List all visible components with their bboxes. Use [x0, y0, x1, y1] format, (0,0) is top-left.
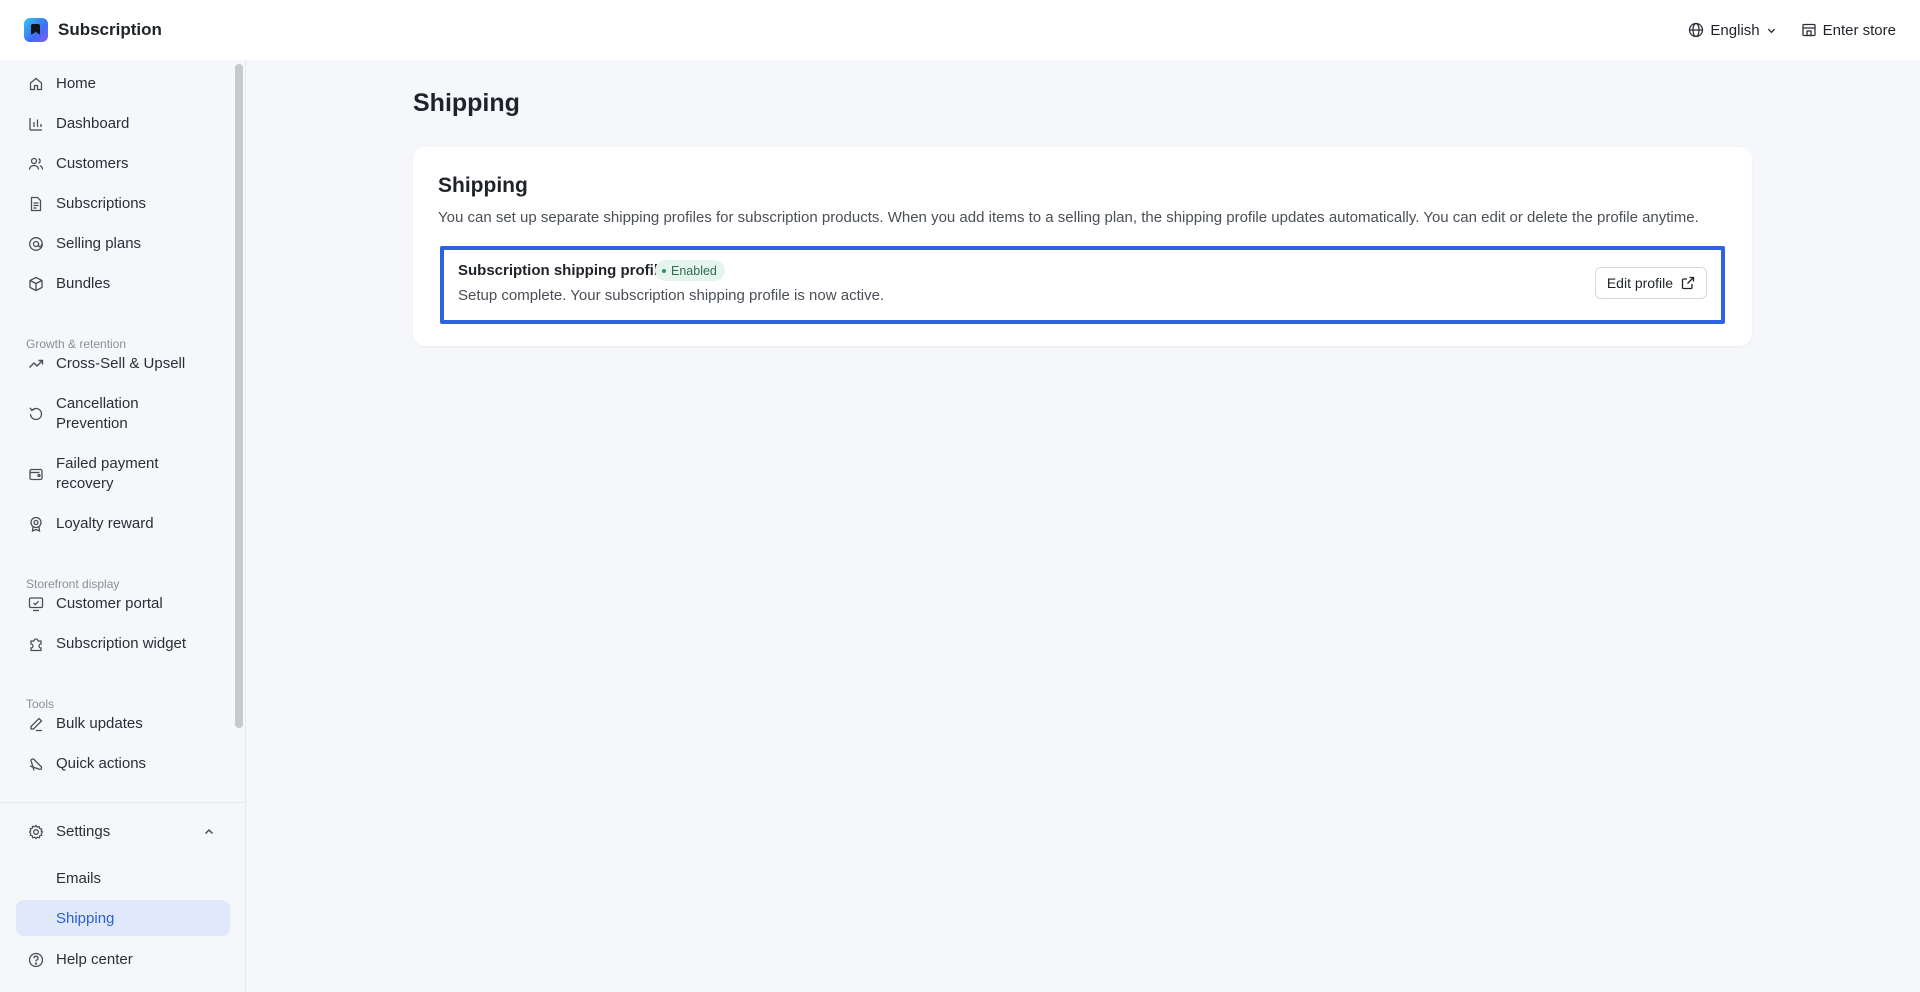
sidebar-item-label: Selling plans: [56, 235, 142, 252]
sidebar-item-dashboard[interactable]: Dashboard: [16, 114, 230, 134]
status-dot-icon: [662, 268, 666, 273]
sidebar-item-loyalty-reward[interactable]: Loyalty reward: [16, 514, 230, 534]
sidebar-item-subscription-widget[interactable]: Subscription widget: [16, 634, 230, 654]
sidebar-item-bulk-updates[interactable]: Bulk updates: [16, 714, 230, 734]
brand: Subscription: [24, 18, 162, 42]
home-icon: [29, 77, 43, 91]
puzzle-icon: [30, 638, 42, 652]
rotate-icon: [29, 407, 43, 421]
sidebar-item-failed-payment-recovery[interactable]: Failed payment recovery: [16, 454, 230, 494]
page-title: Shipping: [413, 89, 520, 117]
sidebar-item-quick-actions[interactable]: Quick actions: [16, 754, 230, 774]
external-link-icon: [1681, 276, 1695, 290]
trending-up-icon: [29, 359, 44, 368]
store-icon: [1801, 23, 1816, 37]
sidebar-item-label: Loyalty reward: [56, 515, 154, 532]
sidebar-item-label: Failed payment recovery: [56, 455, 159, 492]
zap-icon: [29, 758, 43, 771]
pen-icon: [30, 717, 43, 732]
language-selector[interactable]: English: [1688, 22, 1776, 39]
section-label-storefront: Storefront display: [26, 577, 120, 591]
sidebar-item-cancellation-prevention[interactable]: Cancellation Prevention: [16, 394, 230, 434]
card-title: Shipping: [438, 174, 528, 197]
bar-chart-icon: [29, 118, 42, 131]
sidebar-item-subscriptions[interactable]: Subscriptions: [16, 194, 230, 214]
status-badge-label: Enabled: [671, 263, 717, 278]
sidebar-item-label: Quick actions: [56, 755, 147, 772]
sidebar-item-label: Home: [56, 75, 97, 92]
sidebar-item-label: Settings: [56, 823, 111, 840]
top-right-actions: English Enter store: [1688, 22, 1896, 39]
sidebar: Home Dashboard Customers Subscriptions S…: [0, 60, 246, 992]
users-icon: [28, 157, 44, 170]
sidebar-item-label: Bundles: [56, 275, 111, 292]
edit-profile-button[interactable]: Edit profile: [1594, 267, 1707, 299]
section-label-growth: Growth & retention: [26, 337, 127, 351]
chevron-down-icon: [1767, 28, 1775, 33]
award-icon: [30, 516, 42, 532]
wallet-icon: [29, 468, 43, 481]
top-bar: Subscription English Enter store: [0, 0, 1920, 60]
sidebar-item-label: Help center: [56, 951, 133, 968]
enter-store-label: Enter store: [1822, 21, 1896, 39]
globe-icon: [1689, 22, 1704, 38]
profile-subtitle: Setup complete. Your subscription shippi…: [458, 287, 885, 304]
language-label: English: [1710, 21, 1760, 39]
sidebar-item-cross-sell[interactable]: Cross-Sell & Upsell: [16, 354, 230, 374]
sidebar-item-label: Customers: [56, 155, 129, 172]
help-circle-icon: [28, 952, 44, 968]
sidebar-item-home[interactable]: Home: [16, 74, 230, 94]
document-icon: [30, 196, 42, 212]
status-badge: Enabled: [655, 260, 725, 281]
enter-store-button[interactable]: Enter store: [1801, 22, 1896, 39]
edit-profile-label: Edit profile: [1606, 275, 1673, 291]
chevron-up-icon[interactable]: [202, 825, 216, 839]
card-description: You can set up separate shipping profile…: [438, 209, 1699, 226]
sidebar-item-customers[interactable]: Customers: [16, 154, 230, 174]
sidebar-item-customer-portal[interactable]: Customer portal: [16, 594, 230, 614]
sidebar-item-bundles[interactable]: Bundles: [16, 274, 230, 294]
sidebar-item-label: Cross-Sell & Upsell: [56, 355, 186, 372]
main-content: Shipping Shipping You can set up separat…: [246, 60, 1920, 992]
app-logo-icon: [24, 18, 48, 42]
sidebar-item-label: Subscription widget: [56, 635, 187, 652]
sidebar-item-label: Subscriptions: [56, 195, 147, 212]
tag-icon: [29, 237, 43, 251]
sidebar-item-label: Customer portal: [56, 595, 163, 612]
sidebar-item-label: Bulk updates: [56, 715, 143, 732]
gear-icon: [28, 824, 44, 840]
box-icon: [29, 276, 43, 292]
sidebar-item-settings[interactable]: Settings: [16, 822, 230, 842]
app-title: Subscription: [58, 20, 162, 39]
sidebar-item-label: Dashboard: [56, 115, 130, 132]
sidebar-scrollbar[interactable]: [235, 64, 243, 728]
sidebar-divider: [0, 802, 245, 803]
profile-name: Subscription shipping profile: [458, 262, 667, 279]
sidebar-item-label: Cancellation Prevention: [56, 395, 139, 432]
shipping-profile-row: Subscription shipping profile Enabled Se…: [440, 246, 1725, 324]
sidebar-scroll-area: Home Dashboard Customers Subscriptions S…: [0, 60, 232, 802]
monitor-icon: [28, 597, 44, 612]
sidebar-item-selling-plans[interactable]: Selling plans: [16, 234, 230, 254]
sidebar-subitem-shipping[interactable]: Shipping: [16, 900, 230, 936]
sidebar-subitem-emails[interactable]: Emails: [16, 860, 230, 896]
section-label-tools: Tools: [26, 697, 55, 711]
sidebar-item-help-center[interactable]: Help center: [16, 950, 230, 970]
